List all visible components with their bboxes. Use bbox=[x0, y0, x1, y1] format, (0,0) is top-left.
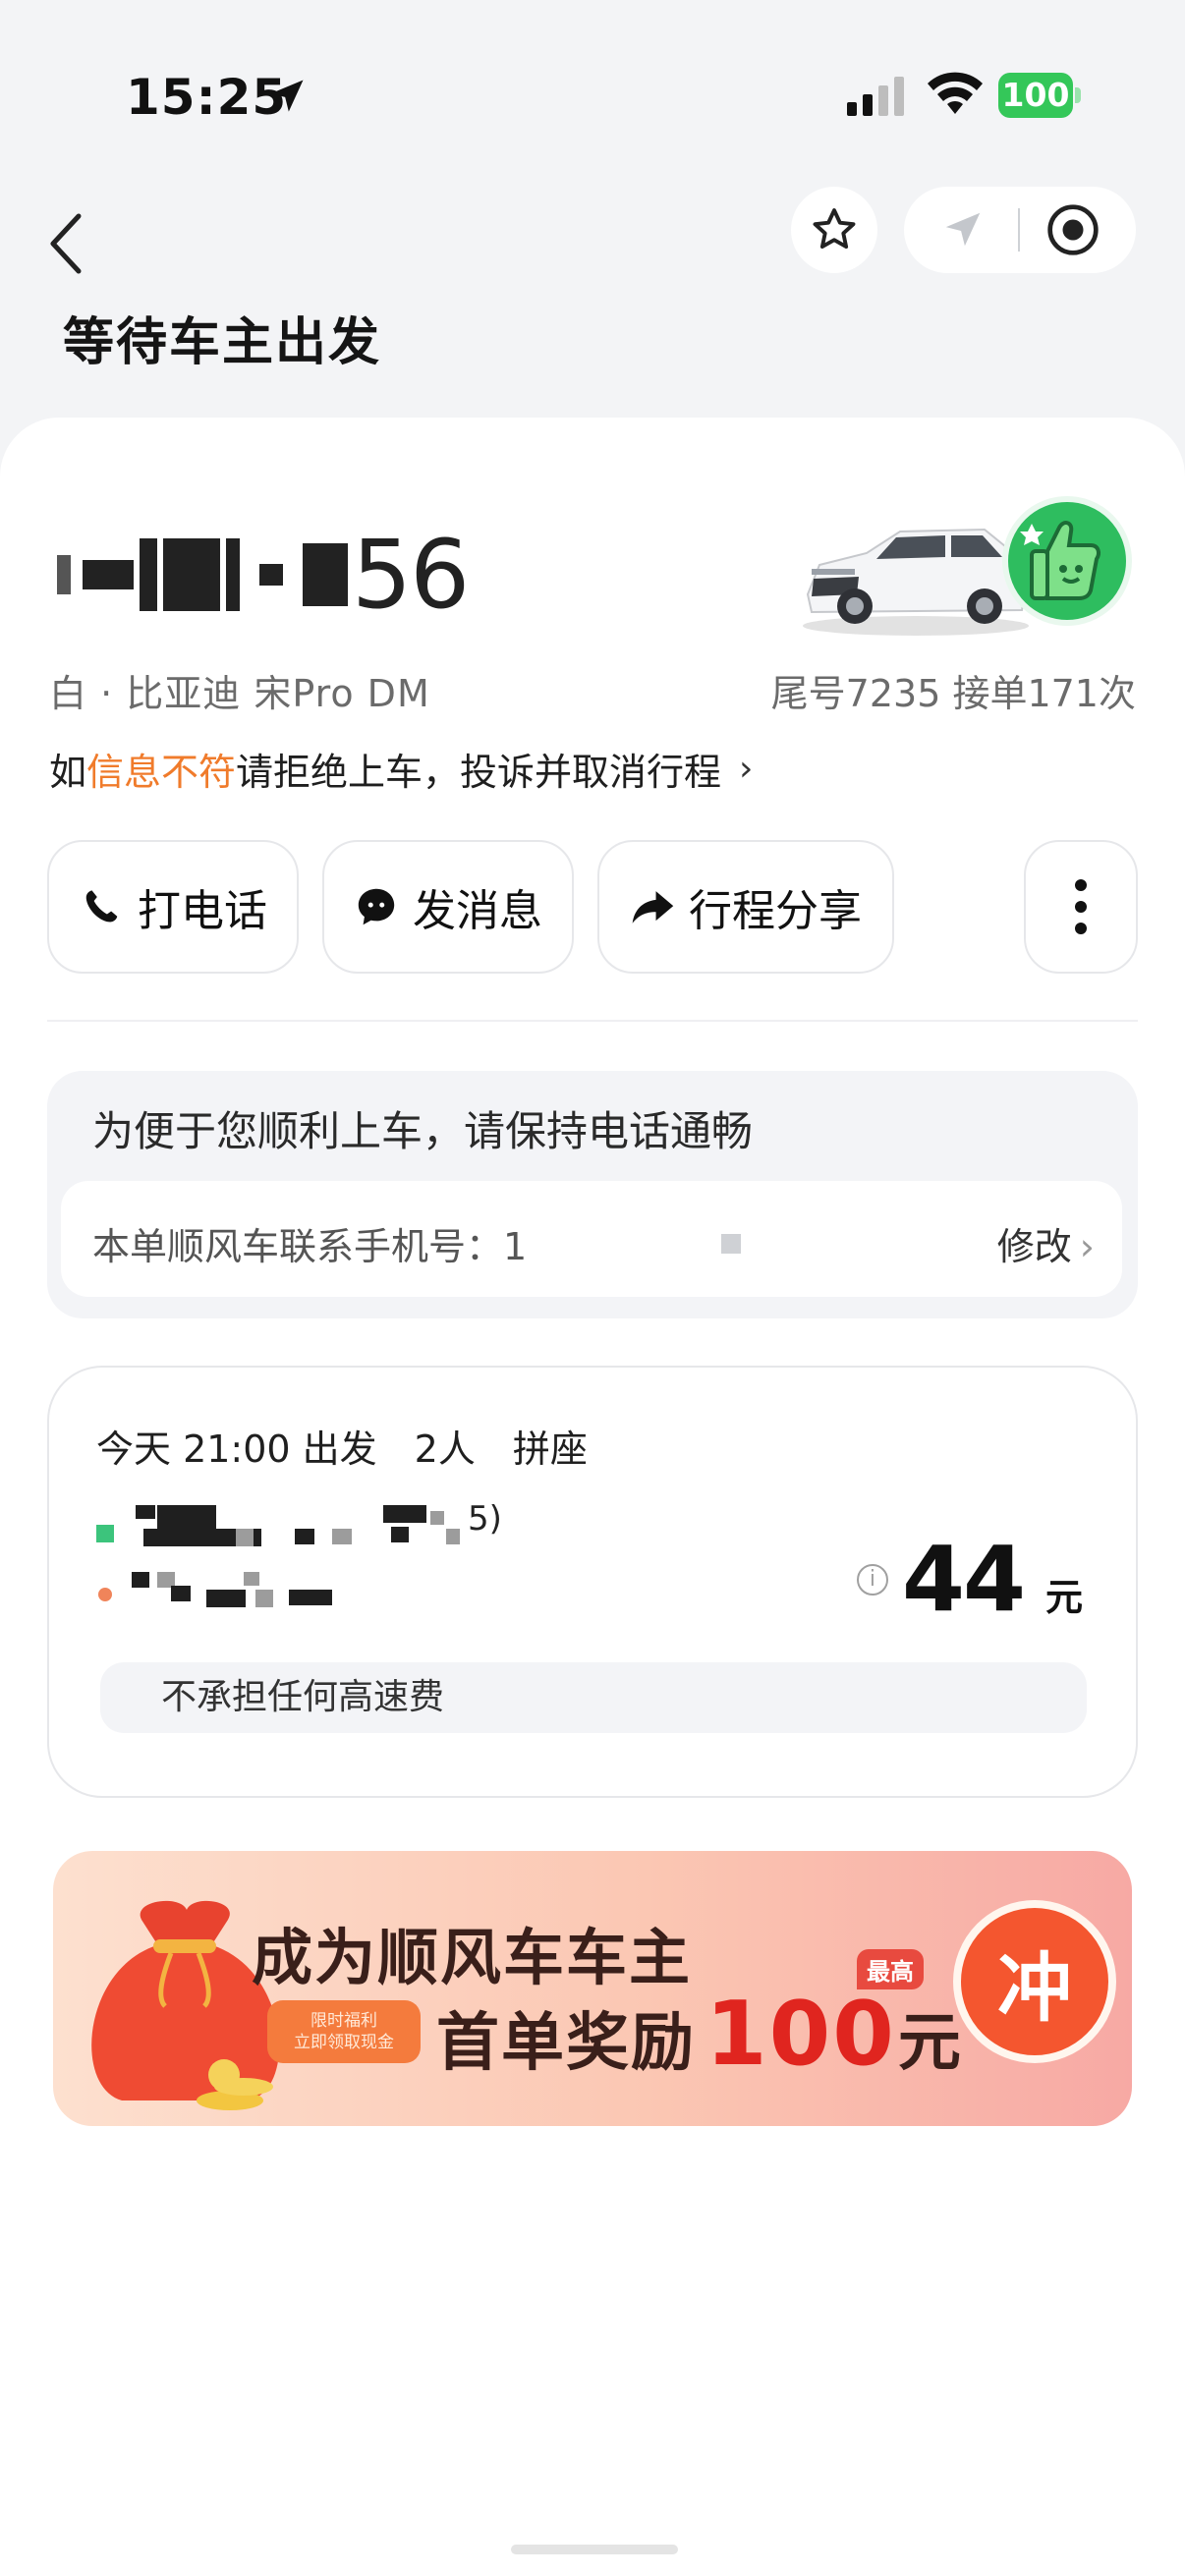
chevron-right-icon: › bbox=[739, 749, 754, 789]
warning-highlight: 信息不符 bbox=[86, 751, 237, 794]
phone-number-label: 本单顺风车联系手机号：1 bbox=[92, 1225, 528, 1268]
battery-icon: 100 bbox=[998, 73, 1081, 118]
route: 5) bbox=[96, 1499, 705, 1643]
car-description: 白 · 比亚迪 宋Pro DM bbox=[49, 672, 430, 715]
departure-time: 今天 21:00 出发 bbox=[96, 1428, 377, 1471]
map-controls bbox=[904, 187, 1136, 273]
reward-label: 首单奖励 bbox=[436, 2007, 696, 2080]
nav-bar: 等待车主出发 bbox=[0, 187, 1185, 403]
info-mismatch-link[interactable]: 如 信息不符 请拒绝上车，投诉并取消行程 › bbox=[49, 742, 753, 796]
max-badge: 最高 bbox=[857, 1949, 924, 1989]
fee-note: 不承担任何高速费 bbox=[100, 1662, 1087, 1733]
driver-recruit-banner[interactable]: 成为顺风车车主 限时福利 立即领取现金 首单奖励 100 元 最高 冲 bbox=[53, 1851, 1132, 2126]
limited-offer-tag: 限时福利 立即领取现金 bbox=[267, 2000, 421, 2063]
status-bar: 15:25 100 bbox=[0, 0, 1185, 187]
more-button[interactable] bbox=[1024, 840, 1138, 974]
tag-text: 限时福利 立即领取现金 bbox=[294, 2011, 394, 2052]
price: i 44 元 bbox=[856, 1527, 1083, 1632]
trip-meta: 今天 21:00 出发 2人 拼座 bbox=[96, 1419, 588, 1473]
ride-mode: 拼座 bbox=[512, 1428, 588, 1471]
back-icon[interactable] bbox=[39, 204, 98, 283]
phone-icon bbox=[79, 884, 124, 929]
call-button[interactable]: 打电话 bbox=[47, 840, 299, 974]
share-arrow-icon bbox=[630, 884, 675, 929]
message-label: 发消息 bbox=[413, 886, 542, 936]
battery-tip bbox=[1075, 87, 1081, 103]
chat-bubble-icon bbox=[354, 884, 399, 929]
price-unit: 元 bbox=[1044, 1576, 1083, 1619]
license-plate: 56 bbox=[57, 520, 470, 630]
target-icon bbox=[1047, 204, 1099, 255]
battery-level: 100 bbox=[998, 73, 1073, 118]
screen: 15:25 100 等待车主出发 56 白 · 比亚迪 宋Pro DM 尾号72… bbox=[0, 0, 1185, 2576]
action-bar: 打电话 发消息 行程分享 bbox=[47, 840, 1138, 974]
driver-stats: 尾号7235 接单171次 bbox=[770, 672, 1136, 715]
plate-redacted bbox=[57, 538, 348, 611]
wifi-icon bbox=[928, 72, 983, 114]
divider bbox=[1018, 208, 1020, 252]
go-button[interactable]: 冲 bbox=[953, 1900, 1116, 2063]
trip-card[interactable]: 今天 21:00 出发 2人 拼座 5) i 44 元 不承担任何高速费 bbox=[47, 1366, 1138, 1798]
start-address-tail: 5) bbox=[468, 1499, 502, 1539]
contact-phone-row[interactable]: 本单顺风车联系手机号：1 修改 › bbox=[61, 1181, 1122, 1297]
message-button[interactable]: 发消息 bbox=[322, 840, 574, 974]
reward-amount: 100 bbox=[705, 1983, 896, 2086]
start-marker-icon bbox=[96, 1525, 114, 1542]
car-image bbox=[803, 528, 1029, 636]
reward-text: 首单奖励 100 元 bbox=[436, 1983, 963, 2086]
star-icon bbox=[813, 208, 856, 250]
thumbs-up-mascot-icon bbox=[1020, 521, 1100, 600]
price-amount: 44 bbox=[901, 1527, 1026, 1632]
location-arrow-icon bbox=[270, 80, 304, 112]
warning-prefix: 如 bbox=[49, 751, 87, 794]
edit-label: 修改 bbox=[996, 1225, 1072, 1268]
passenger-count: 2人 bbox=[414, 1428, 476, 1471]
info-icon[interactable]: i bbox=[856, 1563, 888, 1596]
more-vertical-icon bbox=[1075, 879, 1087, 934]
favorite-button[interactable] bbox=[791, 187, 877, 273]
contact-phone-section: 为便于您顺利上车，请保持电话通畅 本单顺风车联系手机号：1 修改 › bbox=[47, 1071, 1138, 1318]
end-marker-icon bbox=[98, 1588, 112, 1601]
chevron-right-icon: › bbox=[1079, 1225, 1095, 1268]
share-label: 行程分享 bbox=[689, 886, 862, 936]
navigate-button[interactable] bbox=[933, 200, 992, 259]
edit-phone-button[interactable]: 修改 › bbox=[997, 1216, 1095, 1270]
navigation-arrow-icon bbox=[945, 212, 981, 247]
phone-tip: 为便于您顺利上车，请保持电话通畅 bbox=[92, 1107, 754, 1155]
status-time: 15:25 bbox=[126, 69, 288, 126]
share-trip-button[interactable]: 行程分享 bbox=[597, 840, 894, 974]
phone-number-redacted bbox=[721, 1234, 741, 1254]
divider bbox=[47, 1020, 1138, 1022]
page-title: 等待车主出发 bbox=[63, 313, 382, 372]
driver-avatar bbox=[1002, 496, 1132, 626]
call-label: 打电话 bbox=[138, 886, 267, 936]
home-indicator bbox=[511, 2545, 678, 2554]
cellular-signal-icon bbox=[847, 77, 904, 116]
warning-text: 请拒绝上车，投诉并取消行程 bbox=[236, 751, 722, 794]
plate-number: 56 bbox=[352, 520, 470, 630]
reward-unit: 元 bbox=[897, 2007, 963, 2080]
locate-button[interactable] bbox=[1044, 200, 1102, 259]
